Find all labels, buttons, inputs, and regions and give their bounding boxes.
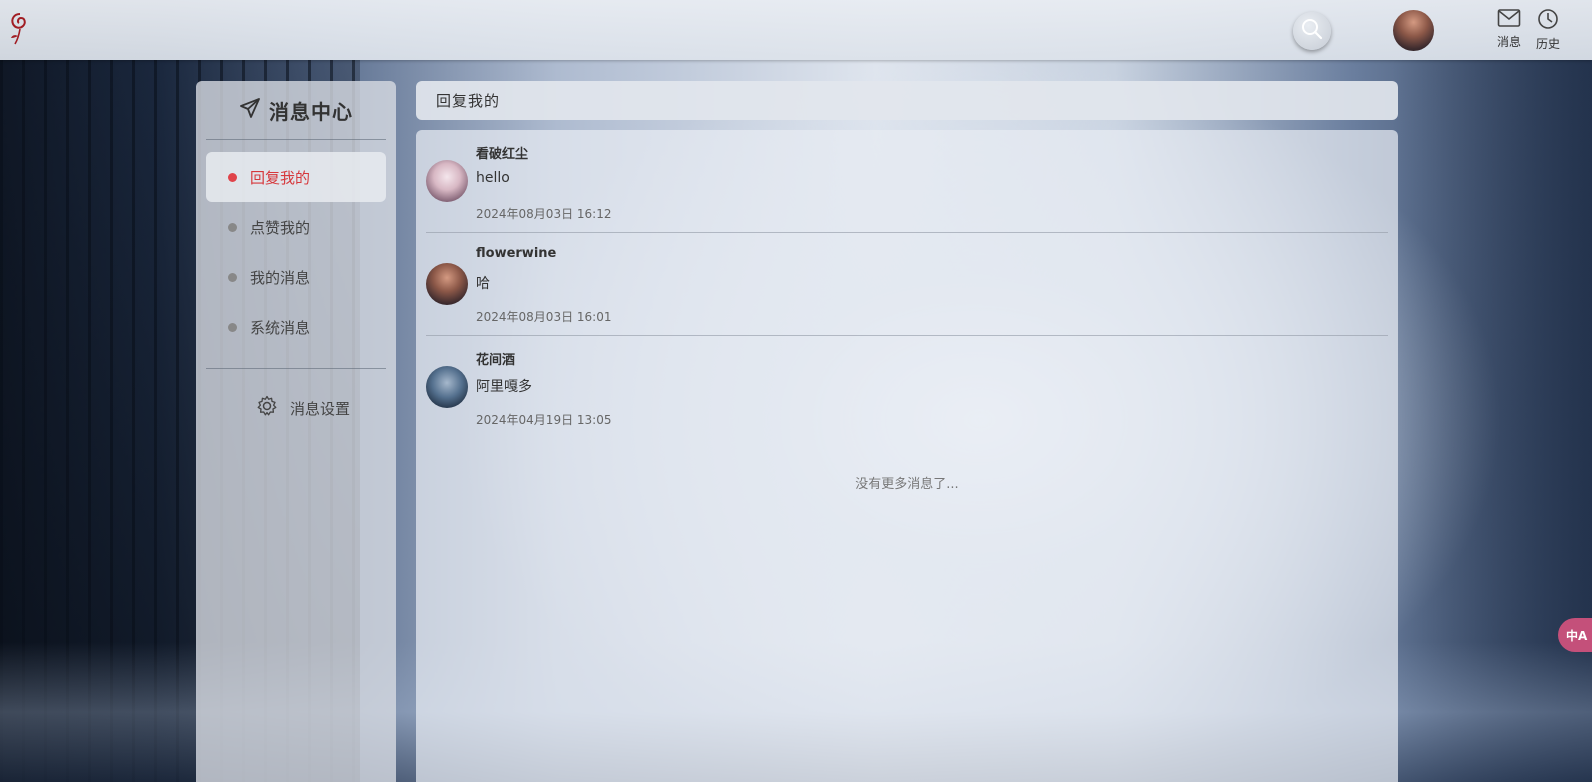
nav-messages[interactable]: 消息	[1492, 8, 1526, 50]
nav-messages-label: 消息	[1496, 35, 1521, 49]
search-button[interactable]	[1293, 12, 1331, 50]
message-username[interactable]: 花间酒	[476, 349, 515, 368]
sidebar: 消息中心 回复我的 点赞我的 我的消息 系统消息 消息设置	[196, 81, 396, 782]
bullet-dot-icon	[228, 222, 237, 232]
sidebar-title: 消息中心	[269, 99, 353, 124]
top-navbar: 消息 历史	[0, 0, 1592, 60]
send-icon	[239, 97, 261, 123]
rose-icon[interactable]	[6, 10, 34, 46]
message-list: 看破红尘 hello 2024年08月03日 16:12 flowerwine …	[416, 130, 1398, 782]
bullet-dot-icon	[228, 322, 237, 332]
page-title: 回复我的	[416, 81, 1398, 120]
list-item: 看破红尘 hello 2024年08月03日 16:12	[426, 130, 1388, 233]
search-icon	[1301, 18, 1323, 44]
list-item: 花间酒 阿里嘎多 2024年04月19日 13:05	[426, 336, 1388, 439]
sidebar-item-label: 点赞我的	[250, 218, 311, 237]
sidebar-item-label: 系统消息	[250, 318, 311, 337]
sidebar-item-my-messages[interactable]: 我的消息	[206, 252, 386, 302]
mail-icon	[1497, 9, 1521, 32]
sidebar-item-replies[interactable]: 回复我的	[206, 152, 386, 202]
no-more-messages: 没有更多消息了...	[855, 477, 959, 492]
message-time: 2024年08月03日 16:12	[476, 207, 612, 221]
sidebar-item-likes[interactable]: 点赞我的	[206, 202, 386, 252]
message-text: 阿里嘎多	[476, 379, 532, 395]
sidebar-header: 消息中心	[206, 81, 386, 140]
message-settings-button[interactable]: 消息设置	[210, 369, 396, 447]
avatar[interactable]	[426, 263, 468, 305]
sidebar-item-label: 我的消息	[250, 268, 311, 287]
translate-icon: 中A	[1566, 628, 1588, 643]
avatar[interactable]	[426, 366, 468, 408]
nav-history-label: 历史	[1535, 37, 1560, 51]
message-time: 2024年04月19日 13:05	[476, 413, 612, 427]
message-time: 2024年08月03日 16:01	[476, 310, 612, 324]
sidebar-menu: 回复我的 点赞我的 我的消息 系统消息	[206, 140, 386, 369]
user-avatar[interactable]	[1393, 10, 1434, 51]
message-text: hello	[476, 170, 510, 186]
nav-history[interactable]: 历史	[1531, 8, 1565, 52]
message-username[interactable]: flowerwine	[476, 246, 556, 261]
gear-icon	[256, 395, 278, 421]
message-username[interactable]: 看破红尘	[476, 143, 528, 162]
settings-label: 消息设置	[289, 399, 350, 418]
message-text: 哈	[476, 276, 490, 292]
list-item: flowerwine 哈 2024年08月03日 16:01	[426, 233, 1388, 336]
sidebar-item-system[interactable]: 系统消息	[206, 302, 386, 352]
bullet-dot-icon	[228, 272, 237, 282]
translate-button[interactable]: 中A	[1558, 618, 1592, 652]
clock-icon	[1537, 9, 1559, 34]
sidebar-item-label: 回复我的	[250, 168, 311, 187]
bullet-dot-icon	[228, 172, 237, 182]
avatar[interactable]	[426, 160, 468, 202]
background-right-shade	[1392, 60, 1592, 782]
